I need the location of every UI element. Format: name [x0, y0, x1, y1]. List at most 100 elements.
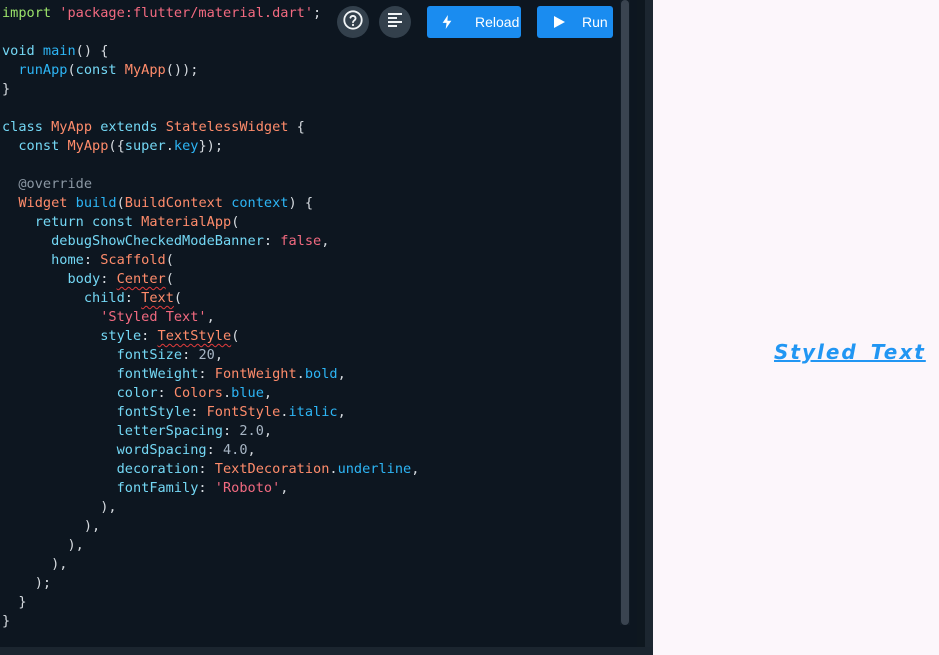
help-button[interactable] [337, 6, 369, 38]
code-token: ), [2, 537, 84, 553]
code-token: MyApp [124, 62, 166, 78]
code-token: : [100, 271, 117, 287]
code-line[interactable]: Widget build(BuildContext context) { [2, 194, 419, 213]
code-token: MyApp [51, 119, 101, 135]
code-token: ({ [108, 138, 125, 154]
code-token: BuildContext [124, 195, 232, 211]
code-line[interactable]: ), [2, 555, 419, 574]
editor-horizontal-scrollbar[interactable] [0, 647, 653, 655]
code-line[interactable]: ), [2, 517, 419, 536]
code-token: : [124, 290, 142, 306]
code-token: debugShowCheckedModeBanner [51, 233, 264, 249]
code-token: MyApp [67, 138, 109, 154]
code-token: Widget [18, 195, 76, 211]
code-token: : [190, 404, 207, 420]
code-line[interactable]: void main() { [2, 42, 419, 61]
code-token: { [288, 119, 305, 135]
code-token: main [42, 43, 76, 59]
code-token: : [83, 252, 101, 268]
code-line[interactable] [2, 156, 419, 175]
code-token: 'package:flutter/material.dart' [59, 5, 314, 21]
code-line[interactable]: body: Center( [2, 270, 419, 289]
lightning-bolt-icon [441, 15, 453, 29]
code-line[interactable]: 'Styled Text', [2, 308, 419, 327]
code-token: TextStyle [157, 328, 232, 344]
code-token: : [141, 328, 158, 344]
code-token: ; [313, 5, 322, 21]
code-line[interactable]: return const MaterialApp( [2, 213, 419, 232]
code-token: decoration [116, 461, 199, 477]
code-token: FontWeight [214, 366, 297, 382]
run-button[interactable]: Run [537, 6, 613, 38]
code-token: 4.0 [222, 442, 248, 458]
format-button[interactable] [379, 6, 411, 38]
code-token: } [2, 81, 11, 97]
code-token: ( [165, 252, 174, 268]
code-token: extends [100, 119, 166, 135]
code-line[interactable]: fontStyle: FontStyle.italic, [2, 403, 419, 422]
code-token: : [198, 461, 215, 477]
reload-button[interactable]: Reload [427, 6, 521, 38]
code-token: ( [67, 62, 76, 78]
code-token: 2.0 [239, 423, 264, 439]
code-line[interactable]: class MyApp extends StatelessWidget { [2, 118, 419, 137]
code-token: : [198, 366, 215, 382]
editor-scrollbar-thumb[interactable] [621, 0, 629, 625]
code-token: ( [116, 195, 125, 211]
code-line[interactable]: home: Scaffold( [2, 251, 419, 270]
code-line[interactable]: } [2, 612, 419, 631]
reload-label: Reload [475, 14, 520, 30]
code-content[interactable]: import 'package:flutter/material.dart'; … [2, 4, 419, 631]
code-line[interactable]: ), [2, 498, 419, 517]
code-line[interactable]: ); [2, 574, 419, 593]
code-line[interactable]: child: Text( [2, 289, 419, 308]
code-token: return [34, 214, 93, 230]
code-line[interactable]: letterSpacing: 2.0, [2, 422, 419, 441]
code-token: TextDecoration [214, 461, 330, 477]
code-line[interactable]: fontWeight: FontWeight.bold, [2, 365, 419, 384]
code-token: , [337, 404, 346, 420]
code-token: , [280, 480, 289, 496]
code-token: FontStyle [206, 404, 281, 420]
code-token: . [296, 366, 305, 382]
code-token: Scaffold [100, 252, 166, 268]
code-line[interactable] [2, 99, 419, 118]
code-token: style [100, 328, 142, 344]
code-token: : [222, 423, 240, 439]
code-line[interactable]: } [2, 593, 419, 612]
code-line[interactable]: } [2, 80, 419, 99]
code-line[interactable]: wordSpacing: 4.0, [2, 441, 419, 460]
code-line[interactable]: debugShowCheckedModeBanner: false, [2, 232, 419, 251]
code-line[interactable]: style: TextStyle( [2, 327, 419, 346]
code-token: context [231, 195, 289, 211]
code-token: , [263, 423, 273, 439]
code-token: Center [116, 271, 166, 287]
code-token: runApp [18, 62, 68, 78]
code-token: @override [18, 176, 93, 192]
code-line[interactable]: const MyApp({super.key}); [2, 137, 419, 156]
code-token: build [75, 195, 117, 211]
code-line[interactable]: @override [2, 175, 419, 194]
code-token: MaterialApp [141, 214, 232, 230]
code-token: false [280, 233, 322, 249]
code-line[interactable]: color: Colors.blue, [2, 384, 419, 403]
pane-splitter[interactable] [637, 0, 653, 655]
code-token: color [116, 385, 158, 401]
output-preview: Styled Text [653, 0, 939, 655]
code-token: 'Styled Text' [100, 309, 207, 325]
code-token: class [2, 119, 52, 135]
code-line[interactable]: fontSize: 20, [2, 346, 419, 365]
code-line[interactable]: ), [2, 536, 419, 555]
code-editor[interactable]: import 'package:flutter/material.dart'; … [0, 0, 637, 647]
code-line[interactable]: fontFamily: 'Roboto', [2, 479, 419, 498]
code-line[interactable]: decoration: TextDecoration.underline, [2, 460, 420, 479]
code-token: 'Roboto' [214, 480, 281, 496]
code-line[interactable]: runApp(const MyApp()); [2, 61, 419, 80]
code-token: key [173, 138, 199, 154]
